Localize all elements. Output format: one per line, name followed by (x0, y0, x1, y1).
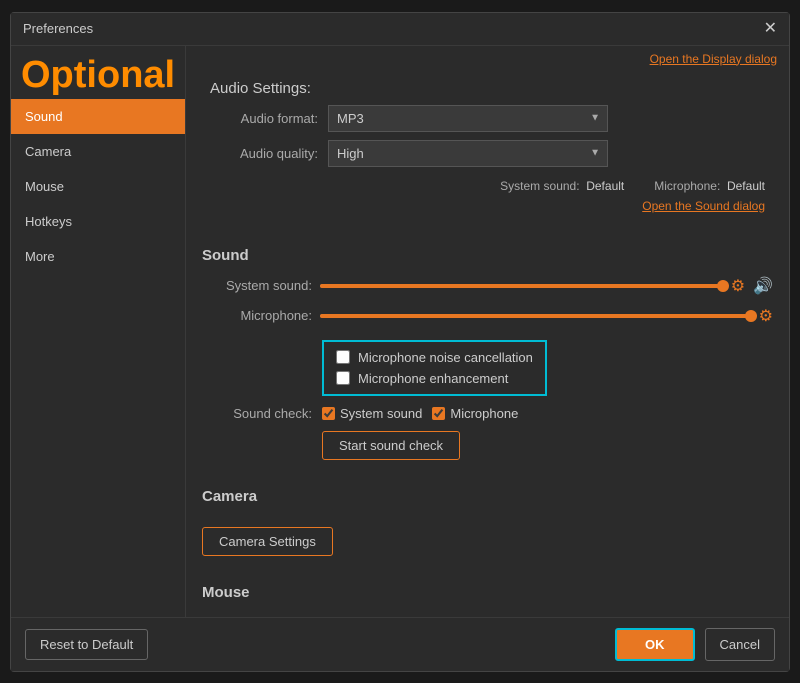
audio-section-title-row: Audio Settings: (198, 76, 777, 105)
open-sound-dialog-link[interactable]: Open the Sound dialog (642, 199, 765, 213)
system-sound-icons: ⚙ 🔊 (731, 276, 773, 296)
system-sound-volume-icon[interactable]: 🔊 (753, 276, 773, 296)
sound-check-label: Sound check: (202, 406, 312, 421)
sidebar: Optional Sound Camera Mouse Hotkeys More (11, 46, 186, 617)
system-sound-check-checkbox[interactable] (322, 407, 335, 420)
microphone-label: Microphone: (202, 308, 312, 323)
system-sound-slider-row: System sound: ⚙ 🔊 (202, 276, 773, 296)
close-button[interactable]: ✕ (764, 21, 777, 37)
mouse-section: Mouse 🐾 (186, 574, 789, 617)
microphone-check: Microphone (432, 406, 518, 421)
sound-check-row: Sound check: System sound Microphone (202, 406, 773, 421)
system-sound-fill (320, 284, 723, 288)
preferences-dialog: Preferences ✕ Optional Sound Camera Mous… (10, 12, 790, 672)
optional-label: Optional (11, 51, 185, 99)
microphone-slider[interactable] (320, 314, 751, 318)
sidebar-item-camera[interactable]: Camera (11, 134, 185, 169)
camera-section: Camera Camera Settings (186, 478, 789, 566)
main-content: Open the Display dialog Audio Settings: … (186, 46, 789, 617)
audio-format-label: Audio format: (198, 111, 318, 126)
audio-format-select-wrapper: MP3 AAC OGG WAV (328, 105, 608, 132)
footer-right: OK Cancel (615, 628, 775, 661)
cancel-button[interactable]: Cancel (705, 628, 775, 661)
sidebar-item-sound[interactable]: Sound (11, 99, 185, 134)
microphone-thumb (745, 310, 757, 322)
microphone-check-checkbox[interactable] (432, 407, 445, 420)
open-display-dialog-link[interactable]: Open the Display dialog (650, 52, 777, 66)
audio-section-title: Audio Settings: (210, 80, 765, 97)
enhancement-checkbox[interactable] (336, 371, 350, 385)
enhancement-row: Microphone enhancement (336, 371, 533, 386)
microphone-settings-icon[interactable]: ⚙ (759, 306, 773, 326)
dialog-title: Preferences (23, 21, 93, 36)
reset-to-default-button[interactable]: Reset to Default (25, 629, 148, 660)
sound-section: Sound System sound: ⚙ 🔊 Microphone: (186, 237, 789, 470)
sidebar-item-hotkeys[interactable]: Hotkeys (11, 204, 185, 239)
open-sound-link-row: Open the Sound dialog (198, 197, 777, 221)
camera-section-title: Camera (202, 488, 773, 505)
microphone-options-group: Microphone noise cancellation Microphone… (322, 340, 547, 396)
ok-button[interactable]: OK (615, 628, 695, 661)
start-sound-check-button[interactable]: Start sound check (322, 431, 460, 460)
system-sound-label: System sound: (202, 278, 312, 293)
system-sound-settings-icon[interactable]: ⚙ (731, 276, 745, 296)
top-bar: Open the Display dialog (186, 46, 789, 72)
footer: Reset to Default OK Cancel (11, 617, 789, 671)
audio-settings: Audio Settings: Audio format: MP3 AAC OG… (186, 72, 789, 229)
audio-format-row: Audio format: MP3 AAC OGG WAV (198, 105, 777, 132)
microphone-check-label: Microphone (450, 406, 518, 421)
system-sound-check-label: System sound (340, 406, 422, 421)
audio-format-select[interactable]: MP3 AAC OGG WAV (328, 105, 608, 132)
microphone-slider-row: Microphone: ⚙ (202, 306, 773, 326)
sidebar-item-more[interactable]: More (11, 239, 185, 274)
camera-settings-button[interactable]: Camera Settings (202, 527, 333, 556)
audio-quality-select-wrapper: High Medium Low (328, 140, 608, 167)
dialog-body: Optional Sound Camera Mouse Hotkeys More… (11, 46, 789, 617)
system-sound-thumb (717, 280, 729, 292)
title-bar: Preferences ✕ (11, 13, 789, 46)
status-row: System sound: Default Microphone: Defaul… (198, 175, 777, 197)
audio-quality-label: Audio quality: (198, 146, 318, 161)
system-sound-slider[interactable] (320, 284, 723, 288)
microphone-icons: ⚙ (759, 306, 773, 326)
mouse-section-title: Mouse (202, 584, 773, 601)
system-sound-status: System sound: Default (500, 179, 624, 193)
audio-quality-row: Audio quality: High Medium Low (198, 140, 777, 167)
noise-cancellation-label: Microphone noise cancellation (358, 350, 533, 365)
system-sound-check: System sound (322, 406, 422, 421)
sound-section-title: Sound (202, 247, 773, 264)
microphone-fill (320, 314, 751, 318)
audio-quality-select[interactable]: High Medium Low (328, 140, 608, 167)
enhancement-label: Microphone enhancement (358, 371, 508, 386)
noise-cancellation-checkbox[interactable] (336, 350, 350, 364)
microphone-status: Microphone: Default (654, 179, 765, 193)
sidebar-item-mouse[interactable]: Mouse (11, 169, 185, 204)
noise-cancellation-row: Microphone noise cancellation (336, 350, 533, 365)
